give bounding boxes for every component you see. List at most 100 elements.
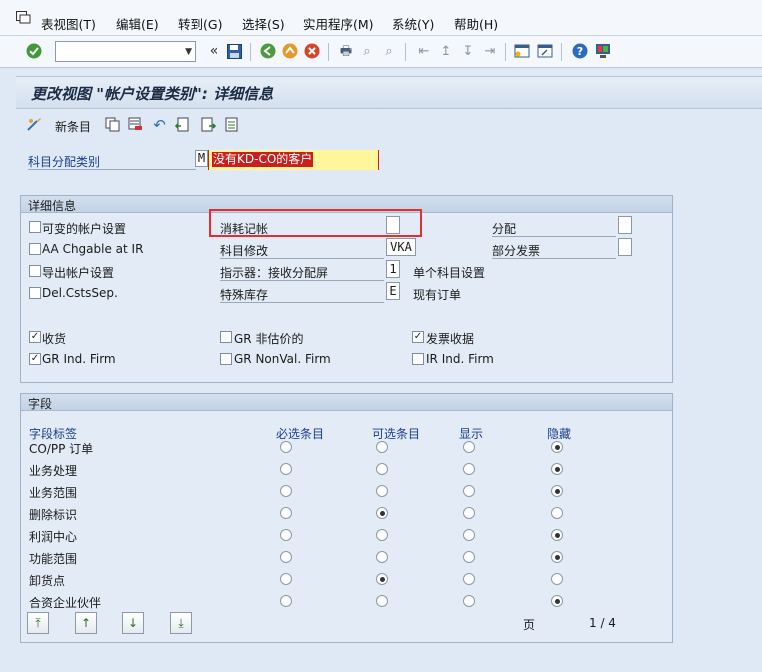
new-entries-button[interactable]: 新条目 (55, 118, 91, 135)
delete-costs-separately-checkbox[interactable] (29, 287, 41, 299)
column-required-entry: 必选条目 (276, 427, 325, 441)
fields-group: 字段 (20, 393, 673, 643)
title-bar: 更改视图 "帐户设置类别": 详细信息 (16, 76, 762, 109)
radio-optional[interactable] (376, 529, 388, 541)
select-block-icon[interactable] (223, 116, 240, 133)
radio-display[interactable] (463, 529, 475, 541)
radio-optional[interactable] (376, 595, 388, 607)
details-group-title: 详细信息 (28, 199, 77, 213)
first-page-button[interactable]: ⤒ (27, 612, 49, 634)
field-row-label: 业务处理 (29, 464, 78, 478)
gr-nonval-firm-checkbox[interactable] (220, 353, 232, 365)
gr-ind-firm-checkbox[interactable]: ✓ (29, 353, 41, 365)
next-page-button[interactable]: ↓ (122, 612, 144, 634)
find-next-icon[interactable]: ⌕ (380, 42, 398, 60)
radio-display[interactable] (463, 485, 475, 497)
save-icon[interactable] (225, 42, 243, 60)
create-session-icon[interactable] (513, 42, 531, 60)
radio-display[interactable] (463, 507, 475, 519)
radio-required[interactable] (280, 551, 292, 563)
radio-suppress[interactable] (551, 507, 563, 519)
partial-invoice-field[interactable] (618, 238, 632, 256)
find-icon[interactable]: ⌕ (358, 42, 376, 60)
fields-group-header: 字段 (21, 394, 672, 411)
radio-optional[interactable] (376, 573, 388, 585)
field-row-label: 功能范围 (29, 552, 78, 566)
special-stock-field[interactable]: E (386, 282, 400, 300)
distribution-field[interactable] (618, 216, 632, 234)
radio-suppress[interactable] (551, 463, 563, 475)
radio-suppress[interactable] (551, 529, 563, 541)
radio-required[interactable] (280, 595, 292, 607)
radio-required[interactable] (280, 529, 292, 541)
menu-select[interactable]: 选择(S) (242, 14, 285, 33)
radio-required[interactable] (280, 441, 292, 453)
aa-changeable-at-ir-checkbox[interactable] (29, 243, 41, 255)
next-page-icon[interactable]: ↧ (459, 42, 477, 60)
customize-layout-icon[interactable] (594, 42, 612, 60)
account-assignment-category-label: 科目分配类别 (28, 155, 101, 169)
previous-entry-icon[interactable] (174, 116, 191, 133)
undo-icon[interactable]: ↶ (151, 116, 168, 134)
next-entry-icon[interactable] (200, 116, 217, 133)
radio-optional[interactable] (376, 485, 388, 497)
radio-display[interactable] (463, 441, 475, 453)
collapse-icon[interactable]: « (205, 42, 223, 60)
field-underline (220, 258, 384, 259)
receive-distribution-screen-label: 指示器：接收分配屏 (220, 266, 329, 280)
radio-suppress[interactable] (551, 441, 563, 453)
account-assignment-description-field: 没有KD-CO的客户 (208, 150, 379, 170)
radio-display[interactable] (463, 463, 475, 475)
cancel-icon[interactable] (303, 42, 321, 60)
last-page-button[interactable]: ⤓ (170, 612, 192, 634)
copy-icon[interactable] (104, 116, 121, 133)
enter-check-icon[interactable] (25, 42, 43, 60)
last-page-icon[interactable]: ⇥ (481, 42, 499, 60)
radio-required[interactable] (280, 573, 292, 585)
menu-table-view[interactable]: 表视图(T) (41, 14, 96, 33)
invoice-receipt-label: 发票收据 (426, 332, 475, 346)
gr-nonval-firm-label: GR NonVal. Firm (234, 352, 331, 366)
gr-non-valuated-checkbox[interactable] (220, 331, 232, 343)
menu-system[interactable]: 系统(Y) (392, 14, 434, 33)
radio-optional[interactable] (376, 507, 388, 519)
goods-receipt-checkbox[interactable]: ✓ (29, 331, 41, 343)
menu-help[interactable]: 帮助(H) (454, 14, 498, 33)
radio-suppress[interactable] (551, 595, 563, 607)
invoice-receipt-checkbox[interactable]: ✓ (412, 331, 424, 343)
first-page-icon[interactable]: ⇤ (415, 42, 433, 60)
radio-suppress[interactable] (551, 573, 563, 585)
radio-suppress[interactable] (551, 485, 563, 497)
receive-distribution-screen-field[interactable]: 1 (386, 260, 400, 278)
display-change-icon[interactable] (26, 116, 43, 133)
variable-account-assignment-checkbox[interactable] (29, 221, 41, 233)
derive-account-assignment-checkbox[interactable] (29, 265, 41, 277)
shortcut-icon[interactable] (536, 42, 554, 60)
menu-icon[interactable] (16, 11, 31, 24)
chevron-down-icon[interactable]: ▼ (185, 47, 192, 57)
radio-display[interactable] (463, 573, 475, 585)
application-toolbar: 新条目 ↶ (16, 110, 762, 140)
ir-ind-firm-checkbox[interactable] (412, 353, 424, 365)
prev-page-icon[interactable]: ↥ (437, 42, 455, 60)
previous-page-button[interactable]: ↑ (75, 612, 97, 634)
radio-required[interactable] (280, 463, 292, 475)
radio-optional[interactable] (376, 551, 388, 563)
command-field[interactable]: ▼ (55, 41, 196, 62)
radio-display[interactable] (463, 595, 475, 607)
radio-suppress[interactable] (551, 551, 563, 563)
print-icon[interactable]: 🖶 (337, 42, 355, 60)
radio-optional[interactable] (376, 463, 388, 475)
menu-utilities[interactable]: 实用程序(M) (303, 14, 374, 33)
radio-optional[interactable] (376, 441, 388, 453)
back-icon[interactable] (259, 42, 277, 60)
menu-edit[interactable]: 编辑(E) (116, 14, 159, 33)
menu-goto[interactable]: 转到(G) (178, 14, 222, 33)
account-modification-field[interactable]: VKA (386, 238, 416, 256)
radio-display[interactable] (463, 551, 475, 563)
radio-required[interactable] (280, 485, 292, 497)
delete-icon[interactable] (127, 116, 144, 133)
help-icon[interactable]: ? (571, 42, 589, 60)
radio-required[interactable] (280, 507, 292, 519)
exit-icon[interactable] (281, 42, 299, 60)
